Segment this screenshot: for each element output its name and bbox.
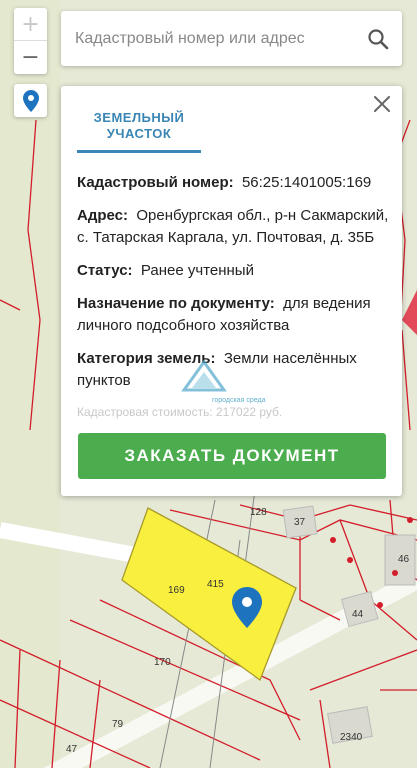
address-label: Адрес: — [77, 207, 128, 224]
tab-land-parcel[interactable]: ЗЕМЕЛЬНЫЙ УЧАСТОК — [77, 110, 201, 142]
cadastral-value: 56:25:1401005:169 — [241, 174, 372, 191]
tab-underline — [77, 150, 201, 153]
map-label-46: 46 — [398, 554, 410, 565]
gorodskaya-sreda-watermark-logo: городская среда — [181, 360, 266, 404]
map-label-37: 37 — [294, 517, 306, 528]
status-value: Ранее учтенный — [140, 262, 254, 279]
map-label-44: 44 — [352, 609, 364, 620]
cadastral-row: Кадастровый номер: 56:25:1401005:169 — [77, 172, 389, 194]
parcel-info-popup: ЗЕМЕЛЬНЫЙ УЧАСТОК Кадастровый номер: 56:… — [61, 86, 402, 496]
map-label-47: 47 — [66, 744, 78, 755]
close-icon[interactable] — [372, 94, 392, 114]
search-input[interactable] — [73, 25, 357, 53]
map-label-128: 128 — [250, 507, 267, 518]
map-label-169: 169 — [168, 585, 185, 596]
map-label-415: 415 — [207, 579, 224, 590]
map-label-79: 79 — [112, 719, 124, 730]
status-label: Статус: — [77, 262, 133, 279]
search-icon[interactable] — [366, 27, 390, 51]
address-row: Адрес: Оренбургская обл., р-н Сакмарский… — [77, 205, 389, 249]
zoom-control: + − — [14, 8, 47, 74]
locate-button[interactable] — [14, 84, 47, 117]
zoom-out-button[interactable]: − — [14, 41, 47, 74]
zoom-in-button[interactable]: + — [14, 8, 47, 41]
status-row: Статус: Ранее учтенный — [77, 260, 389, 282]
purpose-row: Назначение по документу: для ведения лич… — [77, 293, 389, 337]
location-pin-icon — [22, 89, 39, 112]
watermark-text: городская среда — [212, 397, 266, 404]
cadastral-label: Кадастровый номер: — [77, 174, 234, 191]
search-box — [61, 11, 402, 66]
order-document-button[interactable]: ЗАКАЗАТЬ ДОКУМЕНТ — [78, 433, 386, 479]
map-label-170: 170 — [154, 657, 171, 668]
purpose-label: Назначение по документу: — [77, 295, 275, 312]
map-label-2340: 2340 — [340, 732, 363, 743]
